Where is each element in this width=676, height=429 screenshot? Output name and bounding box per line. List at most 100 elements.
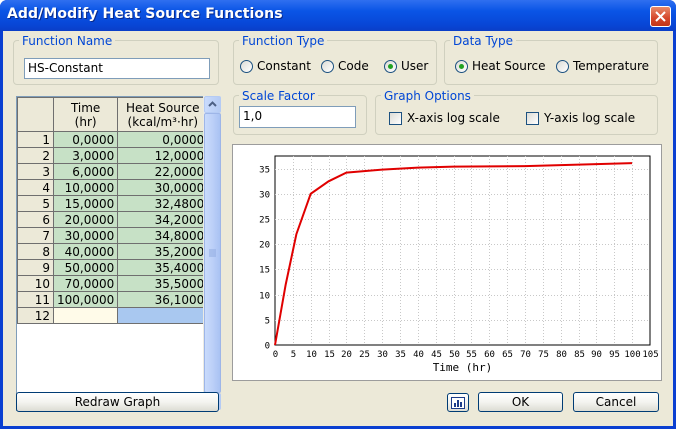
- table-row[interactable]: 5 15,0000 32,4800: [17, 195, 209, 212]
- x-tick-label: 60: [484, 350, 495, 360]
- chart-icon: [451, 396, 465, 409]
- time-cell[interactable]: 50,0000: [52, 259, 119, 276]
- y-tick-label: 30: [259, 191, 270, 201]
- corner-header: [17, 97, 54, 132]
- y-axis-log-checkbox[interactable]: Y-axis log scale: [526, 110, 635, 126]
- radio-user[interactable]: User: [384, 58, 428, 74]
- time-cell[interactable]: 6,0000: [52, 163, 119, 180]
- heat-source-cell[interactable]: 22,0000: [117, 163, 209, 180]
- y-tick-label: 5: [265, 317, 270, 327]
- grid-vertical-scrollbar[interactable]: [203, 96, 221, 411]
- table-row[interactable]: 11 100,0000 36,1000: [17, 291, 209, 308]
- heat-source-cell[interactable]: 12,0000: [117, 147, 209, 164]
- row-index[interactable]: 4: [17, 179, 54, 196]
- time-cell[interactable]: [52, 307, 119, 324]
- chart-icon-button[interactable]: [447, 393, 469, 412]
- table-row[interactable]: 9 50,0000 35,4000: [17, 259, 209, 276]
- x-tick-label: 90: [591, 350, 602, 360]
- y-tick-label: 35: [259, 166, 270, 176]
- radio-user-label: User: [401, 59, 429, 73]
- x-tick-label: 75: [538, 350, 549, 360]
- row-index[interactable]: 10: [17, 275, 54, 292]
- radio-temperature-indicator: [556, 59, 569, 73]
- data-type-group: Data Type Heat Source Temperature: [444, 34, 658, 85]
- row-index[interactable]: 3: [17, 163, 54, 180]
- row-index[interactable]: 7: [17, 227, 54, 244]
- line-chart: 0 5 10 15 20 25 30 35 0 5 10 15 20 25 30 35 40 45 50 55 60 65…: [259, 155, 659, 374]
- table-row[interactable]: 6 20,0000 34,2000: [17, 211, 209, 228]
- function-type-label: Function Type: [239, 34, 328, 48]
- scroll-thumb[interactable]: [204, 113, 221, 393]
- function-type-group: Function Type Constant Code User: [233, 34, 437, 85]
- heat-source-cell[interactable]: 0,0000: [117, 131, 209, 148]
- x-tick-label: 45: [431, 350, 442, 360]
- row-index[interactable]: 9: [17, 259, 54, 276]
- table-row[interactable]: 1 0,0000 0,0000: [17, 131, 209, 148]
- radio-heat-source[interactable]: Heat Source: [455, 58, 546, 74]
- column-header-time[interactable]: Time (hr): [52, 97, 119, 132]
- table-row[interactable]: 4 10,0000 30,0000: [17, 179, 209, 196]
- y-tick-label: 15: [259, 266, 270, 276]
- table-row[interactable]: 8 40,0000 35,2000: [17, 243, 209, 260]
- x-tick-label: 30: [377, 350, 388, 360]
- table-header-row: Time (hr) Heat Source (kcal/m³·hr): [17, 97, 209, 132]
- radio-temperature[interactable]: Temperature: [556, 58, 649, 74]
- x-tick-label: 95: [609, 350, 620, 360]
- heat-source-cell[interactable]: 36,1000: [117, 291, 209, 308]
- x-axis-title: Time (hr): [433, 361, 493, 374]
- heat-source-cell[interactable]: 34,2000: [117, 211, 209, 228]
- x-axis-log-checkbox[interactable]: X-axis log scale: [389, 110, 500, 126]
- row-index[interactable]: 11: [17, 291, 54, 308]
- row-index[interactable]: 5: [17, 195, 54, 212]
- ok-button[interactable]: OK: [478, 392, 563, 412]
- table-row[interactable]: 12: [17, 307, 209, 324]
- heat-source-cell[interactable]: 34,8000: [117, 227, 209, 244]
- table-row[interactable]: 7 30,0000 34,8000: [17, 227, 209, 244]
- time-cell[interactable]: 40,0000: [52, 243, 119, 260]
- row-index[interactable]: 12: [17, 307, 54, 324]
- x-tick-label: 80: [556, 350, 567, 360]
- scale-factor-label: Scale Factor: [239, 89, 318, 103]
- time-cell[interactable]: 20,0000: [52, 211, 119, 228]
- column-header-heat-source[interactable]: Heat Source (kcal/m³·hr): [117, 97, 209, 132]
- radio-constant-label: Constant: [257, 59, 311, 73]
- time-cell[interactable]: 100,0000: [52, 291, 119, 308]
- heat-source-cell[interactable]: 30,0000: [117, 179, 209, 196]
- radio-constant[interactable]: Constant: [240, 58, 311, 74]
- heat-source-cell[interactable]: 35,2000: [117, 243, 209, 260]
- heat-source-cell[interactable]: 35,5000: [117, 275, 209, 292]
- function-name-input[interactable]: HS-Constant: [24, 58, 210, 79]
- row-index[interactable]: 6: [17, 211, 54, 228]
- title-bar[interactable]: Add/Modify Heat Source Functions: [0, 0, 676, 31]
- time-cell[interactable]: 3,0000: [52, 147, 119, 164]
- radio-user-indicator: [384, 59, 397, 73]
- row-index[interactable]: 1: [17, 131, 54, 148]
- x-tick-label: 0: [273, 350, 278, 360]
- function-name-label: Function Name: [19, 34, 116, 48]
- row-index[interactable]: 8: [17, 243, 54, 260]
- plot-area: [274, 155, 651, 346]
- table-row[interactable]: 2 3,0000 12,0000: [17, 147, 209, 164]
- heat-source-cell[interactable]: [117, 307, 209, 324]
- table-row[interactable]: 3 6,0000 22,0000: [17, 163, 209, 180]
- x-tick-label: 100: [624, 350, 640, 360]
- dialog-client: Function Name HS-Constant Function Type …: [3, 31, 673, 426]
- time-cell[interactable]: 70,0000: [52, 275, 119, 292]
- data-grid[interactable]: Time (hr) Heat Source (kcal/m³·hr) 1 0,00…: [16, 96, 220, 411]
- heat-source-cell[interactable]: 35,4000: [117, 259, 209, 276]
- redraw-graph-button[interactable]: Redraw Graph: [16, 392, 219, 412]
- time-cell[interactable]: 15,0000: [52, 195, 119, 212]
- heat-source-cell[interactable]: 32,4800: [117, 195, 209, 212]
- cancel-button[interactable]: Cancel: [573, 392, 659, 412]
- time-cell[interactable]: 10,0000: [52, 179, 119, 196]
- time-cell[interactable]: 30,0000: [52, 227, 119, 244]
- time-header-line2: (hr): [74, 114, 97, 129]
- close-button[interactable]: [650, 6, 671, 27]
- scale-factor-input[interactable]: 1,0: [239, 106, 356, 128]
- scroll-up-button[interactable]: [204, 96, 221, 113]
- x-tick-label: 20: [341, 350, 352, 360]
- time-cell[interactable]: 0,0000: [52, 131, 119, 148]
- row-index[interactable]: 2: [17, 147, 54, 164]
- table-row[interactable]: 10 70,0000 35,5000: [17, 275, 209, 292]
- radio-code[interactable]: Code: [321, 58, 369, 74]
